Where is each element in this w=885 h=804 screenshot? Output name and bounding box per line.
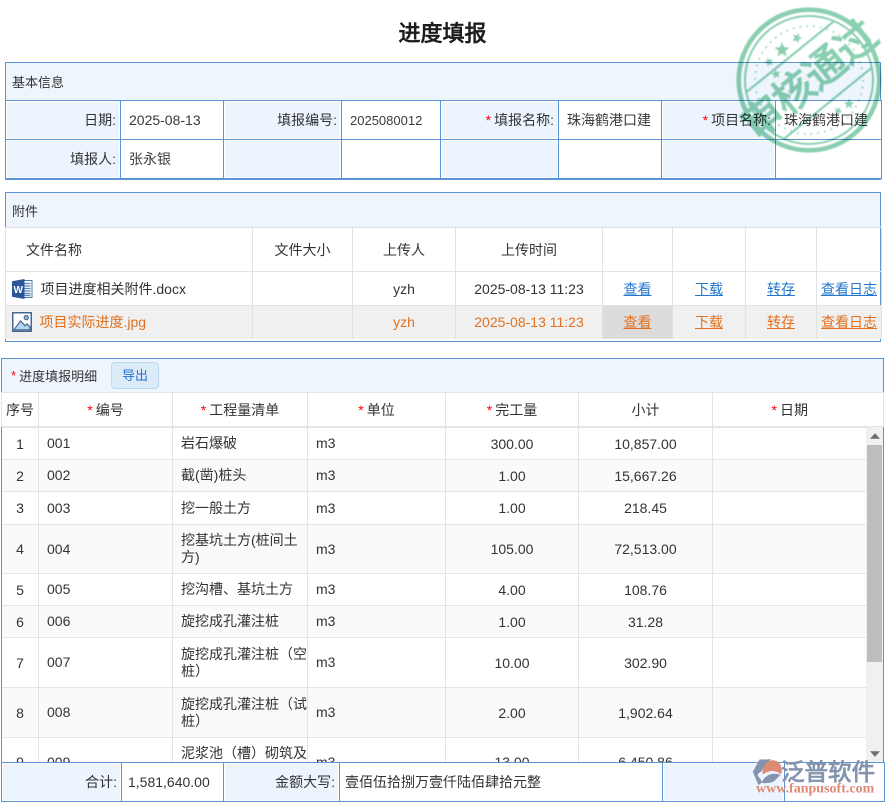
svg-text:W: W <box>13 285 23 296</box>
svg-text:www.fanpusoft.com: www.fanpusoft.com <box>756 782 875 797</box>
